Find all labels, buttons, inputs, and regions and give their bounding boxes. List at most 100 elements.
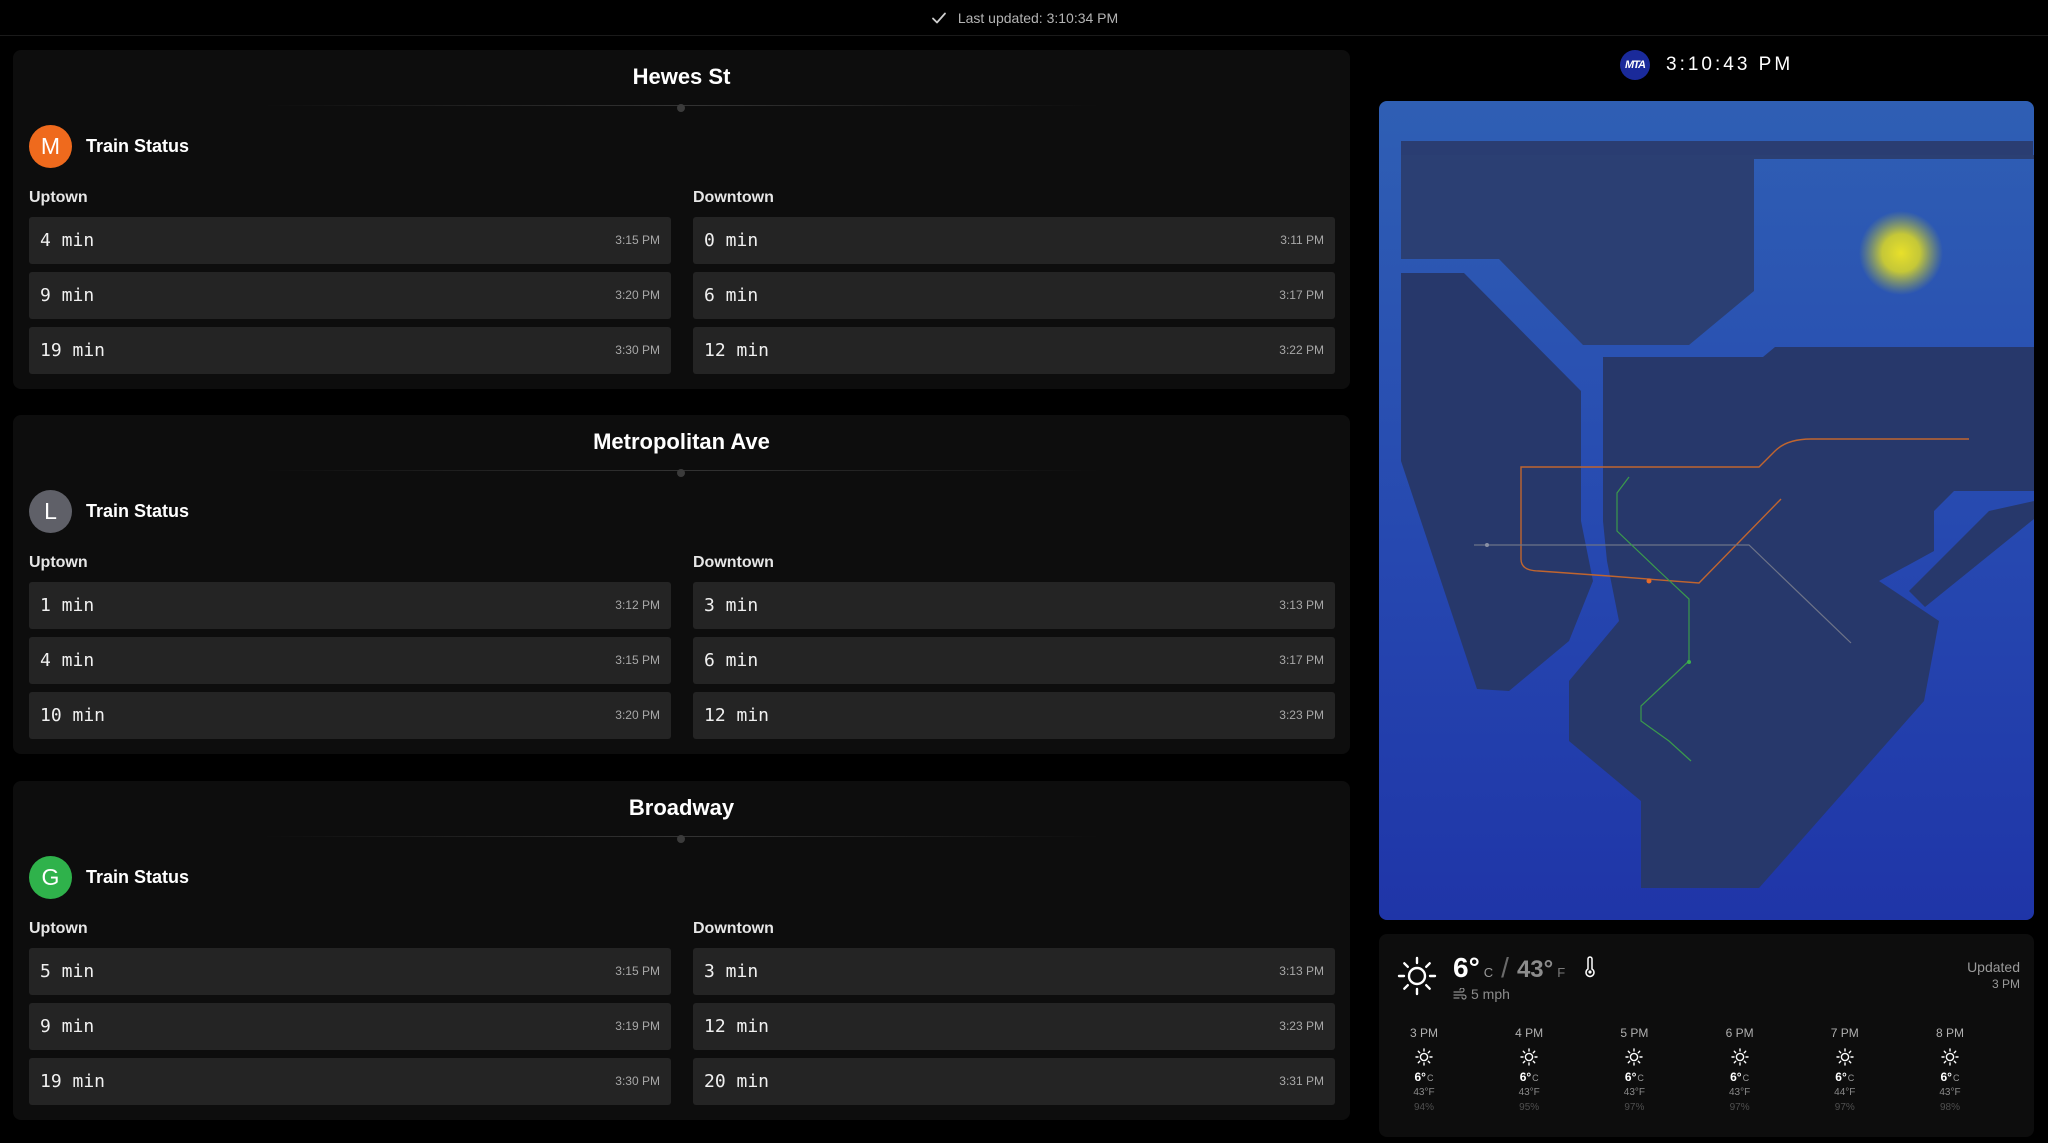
arrival-minutes: 4 min (40, 650, 95, 671)
downtown-arrival-row[interactable]: 20 min 3:31 PM (693, 1058, 1335, 1105)
sun-icon (1397, 956, 1437, 996)
train-status-label: Train Status (86, 867, 190, 887)
unit-fahrenheit: F (1557, 965, 1566, 980)
arrival-minutes: 12 min (704, 1016, 770, 1037)
forecast-temp-c-value: 6° (1624, 1070, 1637, 1084)
uptown-arrival-row[interactable]: 19 min 3:30 PM (29, 1058, 671, 1105)
forecast-temp-c: 6°C (1710, 1070, 1770, 1084)
forecast-temp-f: 43°F (1518, 1087, 1540, 1098)
hourly-forecast-item: 7 PM 6°C 44°F 97% (1815, 1026, 1875, 1113)
arrival-time: 3:11 PM (1280, 233, 1324, 247)
page-indicator-dot[interactable] (677, 835, 685, 843)
sun-icon (1941, 1048, 1959, 1066)
train-status-label: Train Status (86, 136, 190, 156)
arrival-minutes: 10 min (40, 705, 106, 726)
forecast-hour: 8 PM (1935, 1026, 1964, 1040)
forecast-hour: 6 PM (1725, 1026, 1754, 1040)
updated-label: Updated (1967, 959, 2020, 975)
forecast-unit-c: C (1742, 1073, 1750, 1083)
downtown-arrival-row[interactable]: 0 min 3:11 PM (693, 217, 1335, 264)
downtown-arrival-row[interactable]: 6 min 3:17 PM (693, 272, 1335, 319)
forecast-unit-c: C (1952, 1073, 1960, 1083)
uptown-arrival-row[interactable]: 5 min 3:15 PM (29, 948, 671, 995)
downtown-arrival-row[interactable]: 12 min 3:22 PM (693, 327, 1335, 374)
uptown-arrival-row[interactable]: 10 min 3:20 PM (29, 692, 671, 739)
arrival-minutes: 12 min (704, 340, 770, 361)
uptown-arrival-row[interactable]: 4 min 3:15 PM (29, 217, 671, 264)
forecast-unit-c: C (1426, 1073, 1434, 1083)
forecast-humidity: 98% (1939, 1102, 1960, 1113)
uptown-arrival-row[interactable]: 19 min 3:30 PM (29, 327, 671, 374)
arrival-minutes: 5 min (40, 961, 95, 982)
forecast-hour: 4 PM (1515, 1026, 1544, 1040)
arrival-time: 3:15 PM (615, 964, 660, 978)
station-name: Metropolitan Ave (593, 429, 770, 454)
uptown-arrival-row[interactable]: 9 min 3:20 PM (29, 272, 671, 319)
arrival-minutes: 6 min (704, 650, 759, 671)
arrival-time: 3:17 PM (1279, 653, 1324, 667)
forecast-hour: 5 PM (1620, 1026, 1649, 1040)
last-updated-text: Last updated: 3:10:34 PM (957, 9, 1119, 26)
forecast-temp-c-value: 6° (1414, 1070, 1426, 1084)
temp-separator: / (1501, 952, 1509, 983)
clock-time: 3:10:43 PM (1666, 54, 1794, 75)
hourly-forecast-item: 8 PM 6°C 43°F 98% (1920, 1026, 1980, 1113)
page-indicator-dot[interactable] (677, 469, 685, 477)
updated-time: 3 PM (1991, 977, 2020, 991)
sun-icon (1730, 1048, 1749, 1066)
map-graphic (1401, 141, 2034, 888)
forecast-temp-f: 43°F (1413, 1087, 1435, 1098)
arrival-minutes: 19 min (40, 340, 106, 361)
arrival-minutes: 20 min (704, 1071, 770, 1092)
arrival-time: 3:23 PM (1279, 1019, 1324, 1033)
forecast-temp-c: 6°C (1394, 1070, 1454, 1084)
arrival-minutes: 1 min (40, 595, 95, 616)
downtown-label: Downtown (693, 554, 774, 571)
downtown-arrival-row[interactable]: 12 min 3:23 PM (693, 1003, 1335, 1050)
sun-glow (1859, 211, 1943, 295)
arrival-time: 3:15 PM (615, 653, 660, 667)
line-badge: M (29, 125, 72, 168)
page-indicator-dot[interactable] (677, 104, 685, 112)
arrival-minutes: 6 min (704, 285, 759, 306)
hourly-forecast-item: 3 PM 6°C 43°F 94% (1394, 1026, 1454, 1113)
downtown-arrival-row[interactable]: 3 min 3:13 PM (693, 582, 1335, 629)
weather-card: 6° C / 43° F 5 mph Updated 3 PM 3 PM 6°C… (1379, 934, 2034, 1137)
check-icon (931, 12, 946, 23)
station-marker-gray (1485, 543, 1489, 547)
downtown-arrival-row[interactable]: 6 min 3:17 PM (693, 637, 1335, 684)
uptown-arrival-row[interactable]: 1 min 3:12 PM (29, 582, 671, 629)
hourly-forecast-item: 4 PM 6°C 43°F 95% (1499, 1026, 1559, 1113)
forecast-temp-c-value: 6° (1730, 1070, 1742, 1084)
status-bar: Last updated: 3:10:34 PM (0, 0, 2048, 36)
arrival-time: 3:12 PM (615, 598, 660, 612)
hourly-forecast-item: 5 PM 6°C 43°F 97% (1604, 1026, 1664, 1113)
wind-speed: 5 mph (1453, 986, 1510, 1002)
arrival-time: 3:13 PM (1279, 964, 1324, 978)
forecast-temp-c-value: 6° (1519, 1070, 1532, 1084)
uptown-label: Uptown (29, 554, 88, 571)
forecast-hour: 3 PM (1409, 1026, 1438, 1040)
uptown-arrival-row[interactable]: 4 min 3:15 PM (29, 637, 671, 684)
uptown-arrival-row[interactable]: 9 min 3:19 PM (29, 1003, 671, 1050)
forecast-temp-f: 44°F (1834, 1087, 1856, 1098)
wind-speed-text: 5 mph (1471, 986, 1510, 1002)
station-panel: Metropolitan Ave L Train Status Uptown Downt… (13, 415, 1350, 754)
arrival-time: 3:15 PM (615, 233, 660, 247)
forecast-humidity: 97% (1834, 1102, 1855, 1113)
wind-icon (1453, 988, 1467, 1000)
mta-logo: MTA (1620, 50, 1650, 80)
sun-icon (1520, 1048, 1538, 1066)
forecast-humidity: 95% (1519, 1102, 1540, 1113)
forecast-temp-c: 6°C (1499, 1070, 1559, 1084)
train-status-label: Train Status (86, 501, 190, 521)
temp-fahrenheit: 43° (1516, 956, 1554, 983)
arrival-time: 3:23 PM (1279, 708, 1324, 722)
forecast-temp-f: 43°F (1728, 1087, 1751, 1098)
transit-map[interactable] (1379, 101, 2034, 920)
uptown-label: Uptown (29, 189, 88, 206)
downtown-arrival-row[interactable]: 12 min 3:23 PM (693, 692, 1335, 739)
forecast-temp-c: 6°C (1815, 1070, 1875, 1084)
station-name: Broadway (628, 795, 735, 820)
downtown-arrival-row[interactable]: 3 min 3:13 PM (693, 948, 1335, 995)
